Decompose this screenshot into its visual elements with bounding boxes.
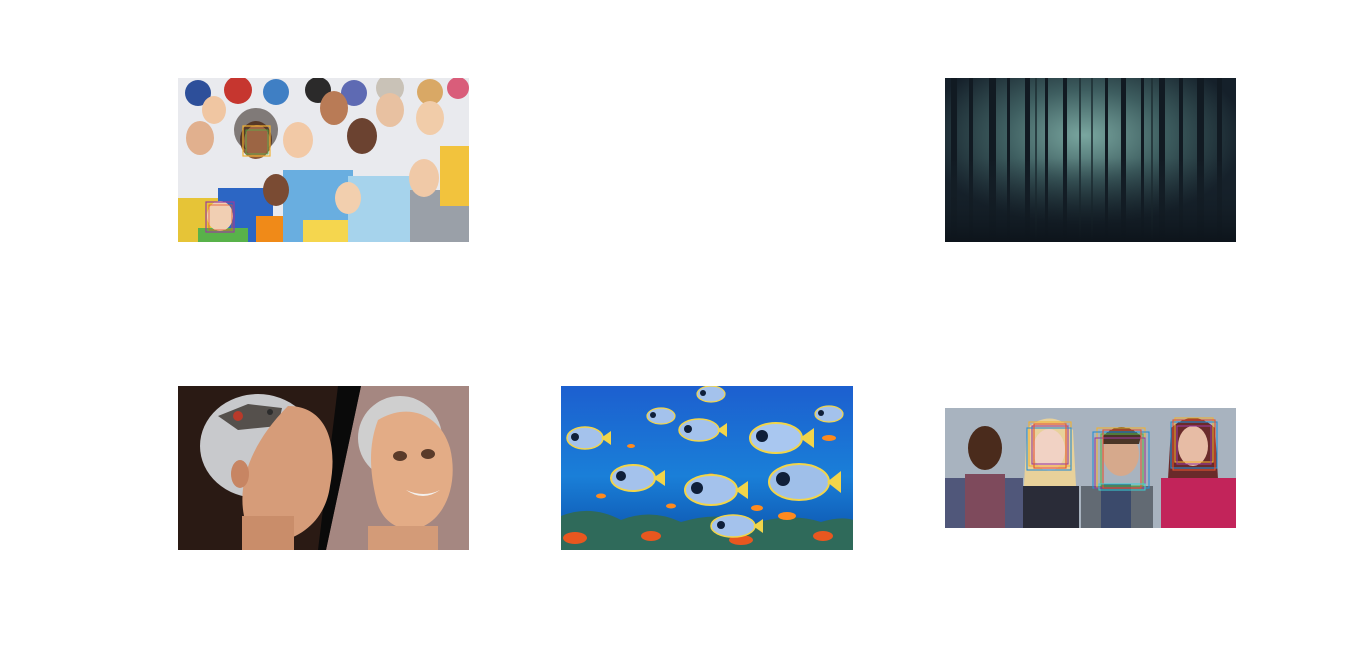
four-faces-photo — [945, 408, 1236, 528]
coral-reef-fish-graphic — [561, 386, 853, 550]
figure-canvas — [0, 0, 1366, 651]
coral-reef-fish-photo — [561, 386, 853, 550]
four-faces-graphic — [945, 408, 1236, 528]
forest-photo — [945, 78, 1236, 242]
crowd-photo — [178, 78, 469, 242]
robot-sophia-graphic — [178, 386, 469, 550]
forest-photo-graphic — [945, 78, 1236, 242]
empty-panel — [561, 78, 853, 242]
crowd-photo-graphic — [178, 78, 469, 242]
robot-sophia-photo — [178, 386, 469, 550]
